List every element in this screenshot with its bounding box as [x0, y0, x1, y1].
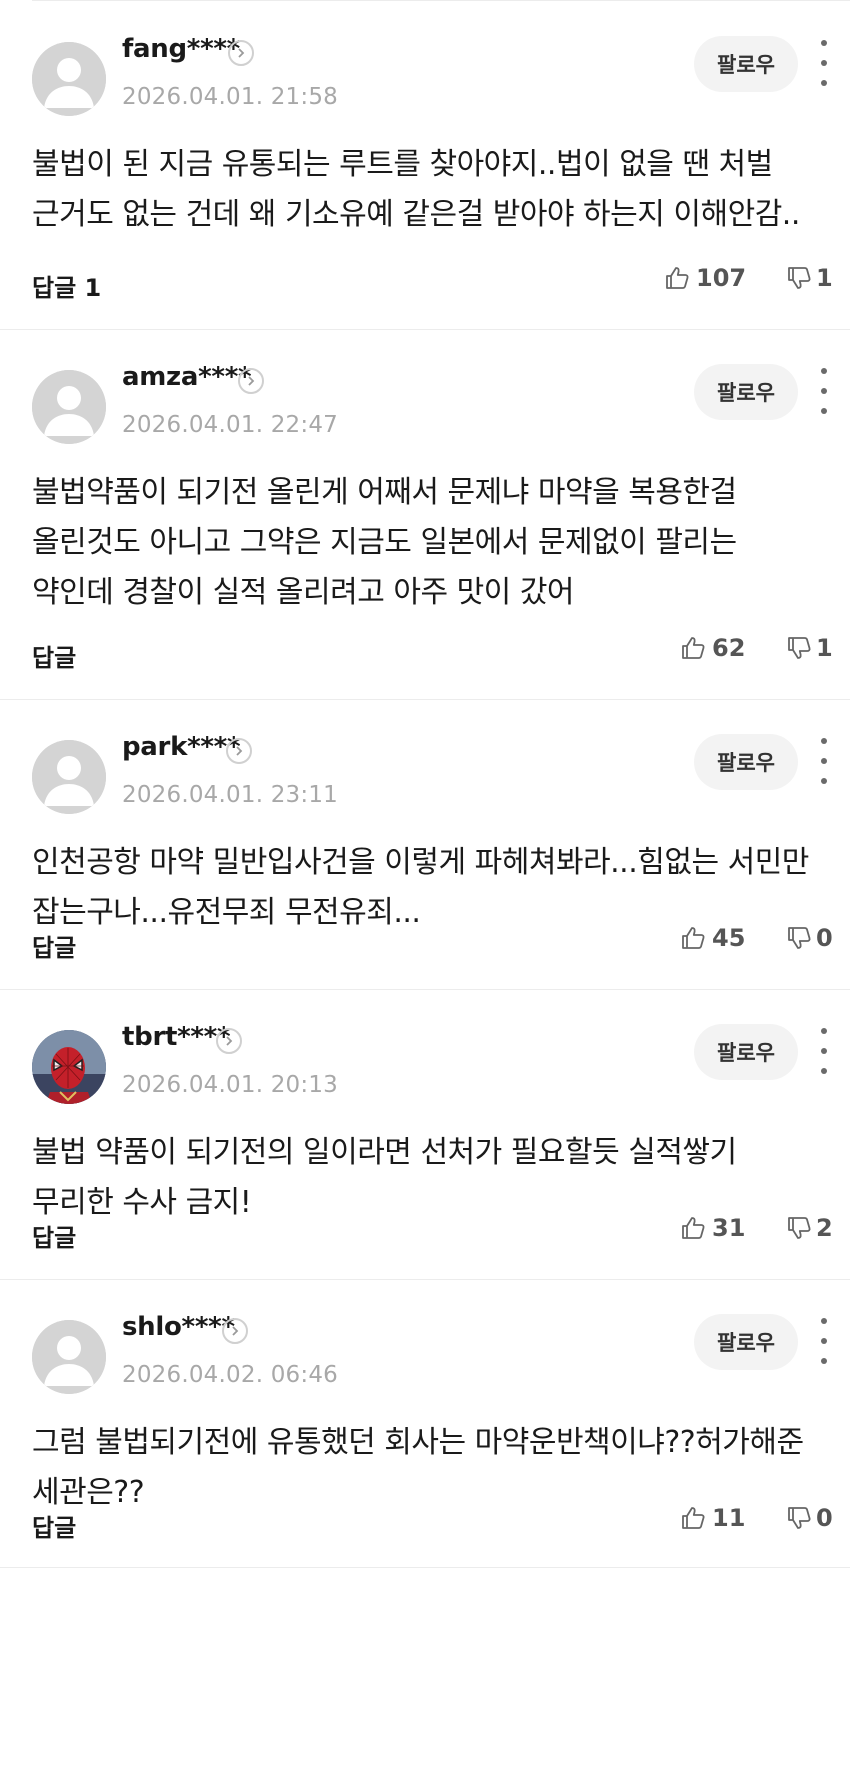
author-name[interactable]: shlo****: [122, 1312, 235, 1342]
chevron-right-icon[interactable]: [228, 40, 254, 66]
follow-button[interactable]: 팔로우: [694, 36, 798, 92]
thumbs-down-icon: [788, 1217, 811, 1239]
chevron-right-icon[interactable]: [238, 368, 264, 394]
default-avatar-icon: [32, 740, 106, 814]
default-avatar-icon: [32, 42, 106, 116]
comment-text: 인천공항 마약 밀반입사건을 이렇게 파헤쳐봐라...힘없는 서민만 잡는구나.…: [32, 845, 809, 930]
comment-item: shlo**** 2026.04.02. 06:46 팔로우 그럼 불법되기전에…: [0, 1280, 850, 1568]
author-name[interactable]: park****: [122, 732, 241, 762]
dislike-button[interactable]: 0: [786, 924, 833, 952]
dislike-button[interactable]: 1: [786, 634, 833, 662]
chevron-right-icon[interactable]: [222, 1318, 248, 1344]
like-count: 62: [712, 634, 746, 662]
like-button[interactable]: 107: [664, 264, 746, 292]
reply-button[interactable]: 답글: [32, 1218, 76, 1253]
thumbs-down-icon: [788, 1507, 811, 1529]
reply-button[interactable]: 답글 1: [32, 268, 101, 303]
follow-button[interactable]: 팔로우: [694, 364, 798, 420]
reply-button[interactable]: 답글: [32, 638, 76, 673]
more-options-icon[interactable]: [816, 1318, 832, 1364]
thumbs-up-icon: [682, 1507, 705, 1529]
comment-item: fang**** 2026.04.01. 21:58 팔로우 불법이 된 지금 …: [0, 2, 850, 330]
reply-button[interactable]: 답글: [32, 928, 76, 963]
dislike-count: 1: [816, 634, 833, 662]
follow-button[interactable]: 팔로우: [694, 734, 798, 790]
avatar[interactable]: [32, 370, 106, 444]
comment-date: 2026.04.01. 21:58: [122, 84, 338, 110]
dislike-button[interactable]: 1: [786, 264, 833, 292]
dislike-button[interactable]: 0: [786, 1504, 833, 1532]
thumbs-up-icon: [666, 267, 689, 289]
follow-button[interactable]: 팔로우: [694, 1024, 798, 1080]
comment-date: 2026.04.01. 23:11: [122, 782, 338, 808]
like-count: 11: [712, 1504, 746, 1532]
reply-button[interactable]: 답글: [32, 1508, 76, 1543]
comment-date: 2026.04.01. 22:47: [122, 412, 338, 438]
dislike-count: 0: [816, 1504, 833, 1532]
dislike-count: 2: [816, 1214, 833, 1242]
dislike-count: 0: [816, 924, 833, 952]
like-count: 31: [712, 1214, 746, 1242]
comment-item: park**** 2026.04.01. 23:11 팔로우 인천공항 마약 밀…: [0, 700, 850, 990]
avatar[interactable]: [32, 1030, 106, 1104]
dislike-button[interactable]: 2: [786, 1214, 833, 1242]
more-options-icon[interactable]: [816, 738, 832, 784]
more-options-icon[interactable]: [816, 368, 832, 414]
comment-text: 그럼 불법되기전에 유통했던 회사는 마약운반책이냐??허가해준 세관은??: [32, 1425, 804, 1510]
like-count: 107: [696, 264, 747, 292]
profile-photo-avatar: [32, 1030, 106, 1104]
thumbs-down-icon: [788, 267, 811, 289]
avatar[interactable]: [32, 1320, 106, 1394]
thumbs-down-icon: [788, 927, 811, 949]
author-name[interactable]: fang****: [122, 34, 240, 64]
chevron-right-icon[interactable]: [226, 738, 252, 764]
author-name[interactable]: tbrt****: [122, 1022, 231, 1052]
comment-list: fang**** 2026.04.01. 21:58 팔로우 불법이 된 지금 …: [0, 2, 850, 1568]
comment-item: amza**** 2026.04.01. 22:47 팔로우 불법약품이 되기전…: [0, 330, 850, 700]
avatar[interactable]: [32, 740, 106, 814]
author-name[interactable]: amza****: [122, 362, 252, 392]
like-button[interactable]: 62: [680, 634, 745, 662]
comment-date: 2026.04.02. 06:46: [122, 1362, 338, 1388]
comment-text: 불법 약품이 되기전의 일이라면 선처가 필요할듯 실적쌓기 무리한 수사 금지…: [32, 1135, 737, 1220]
like-button[interactable]: 11: [680, 1504, 745, 1532]
top-divider: [32, 0, 850, 1]
default-avatar-icon: [32, 1320, 106, 1394]
like-button[interactable]: 31: [680, 1214, 745, 1242]
thumbs-up-icon: [682, 1217, 705, 1239]
follow-button[interactable]: 팔로우: [694, 1314, 798, 1370]
more-options-icon[interactable]: [816, 1028, 832, 1074]
thumbs-down-icon: [788, 637, 811, 659]
chevron-right-icon[interactable]: [216, 1028, 242, 1054]
avatar[interactable]: [32, 42, 106, 116]
default-avatar-icon: [32, 370, 106, 444]
thumbs-up-icon: [682, 637, 705, 659]
comment-date: 2026.04.01. 20:13: [122, 1072, 338, 1098]
dislike-count: 1: [816, 264, 833, 292]
comment-text: 불법이 된 지금 유통되는 루트를 찾아야지..법이 없을 땐 처벌 근거도 없…: [32, 147, 800, 232]
comment-text: 불법약품이 되기전 올린게 어째서 문제냐 마약을 복용한걸 올린것도 아니고 …: [32, 475, 737, 610]
like-count: 45: [712, 924, 746, 952]
like-button[interactable]: 45: [680, 924, 745, 952]
thumbs-up-icon: [682, 927, 705, 949]
comment-item: tbrt**** 2026.04.01. 20:13 팔로우 불법 약품이 되기…: [0, 990, 850, 1280]
more-options-icon[interactable]: [816, 40, 832, 86]
